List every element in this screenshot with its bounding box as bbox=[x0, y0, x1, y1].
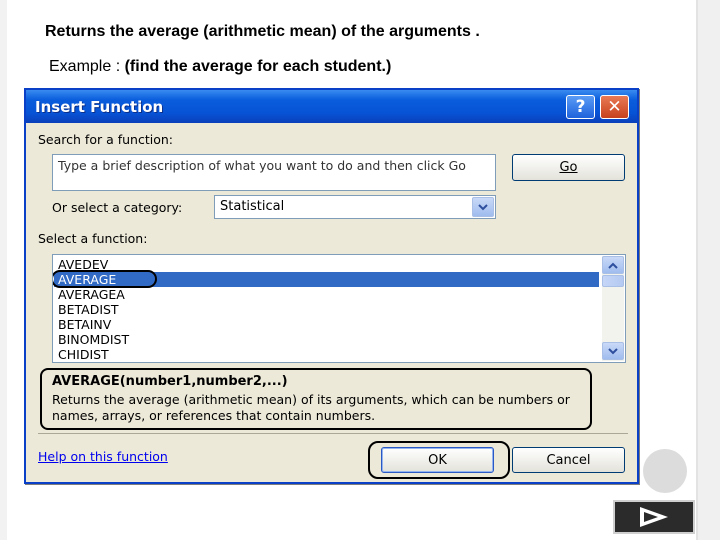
insert-function-dialog: Insert Function ? ✕ Search for a functio… bbox=[24, 88, 639, 484]
function-signature: AVERAGE(number1,number2,...) bbox=[52, 374, 288, 389]
search-label: Search for a function: bbox=[38, 132, 173, 147]
chevron-down-icon[interactable] bbox=[472, 197, 494, 217]
function-item-averagea[interactable]: AVERAGEA bbox=[54, 287, 599, 302]
slide-decoration-circle bbox=[643, 449, 687, 493]
slide-left-border bbox=[0, 0, 7, 540]
go-button[interactable]: Go bbox=[512, 154, 625, 181]
function-label: Select a function: bbox=[38, 231, 148, 246]
scroll-up-icon[interactable] bbox=[602, 256, 624, 274]
slide-right-rail bbox=[696, 0, 720, 540]
close-icon[interactable]: ✕ bbox=[600, 95, 629, 119]
help-link[interactable]: Help on this function bbox=[38, 449, 168, 464]
dialog-titlebar[interactable]: Insert Function ? ✕ bbox=[26, 90, 637, 123]
category-value: Statistical bbox=[220, 199, 285, 214]
next-slide-button[interactable] bbox=[613, 500, 695, 534]
function-description: Returns the average (arithmetic mean) of… bbox=[52, 392, 570, 423]
dialog-title: Insert Function bbox=[35, 97, 164, 116]
function-item-label: AVERAGE bbox=[58, 272, 117, 287]
help-icon[interactable]: ? bbox=[566, 95, 595, 119]
function-item-betadist[interactable]: BETADIST bbox=[54, 302, 599, 317]
example-text: (find the average for each student.) bbox=[124, 58, 392, 75]
cancel-button[interactable]: Cancel bbox=[512, 447, 625, 473]
play-arrow-icon bbox=[640, 507, 668, 527]
scroll-down-icon[interactable] bbox=[602, 342, 624, 360]
function-item-betainv[interactable]: BETAINV bbox=[54, 317, 599, 332]
function-item-avedev[interactable]: AVEDEV bbox=[54, 257, 599, 272]
slide-example: Example : (find the average for each stu… bbox=[49, 58, 649, 76]
category-label: Or select a category: bbox=[52, 200, 183, 215]
ok-button[interactable]: OK bbox=[381, 447, 494, 473]
category-select[interactable]: Statistical bbox=[214, 195, 496, 219]
function-item-binomdist[interactable]: BINOMDIST bbox=[54, 332, 599, 347]
function-item-average[interactable]: AVERAGE bbox=[53, 270, 599, 288]
function-item-chidist[interactable]: CHIDIST bbox=[54, 347, 599, 362]
function-list[interactable]: AVEDEV AVERAGE AVERAGEA BETADIST BETAINV… bbox=[52, 254, 626, 363]
example-prefix: Example : bbox=[49, 58, 125, 75]
function-list-scrollbar[interactable] bbox=[602, 256, 624, 361]
slide-title: Returns the average (arithmetic mean) of… bbox=[45, 23, 480, 40]
function-description-area: AVERAGE(number1,number2,...) Returns the… bbox=[40, 368, 592, 430]
search-input[interactable]: Type a brief description of what you wan… bbox=[52, 154, 496, 191]
scroll-thumb[interactable] bbox=[602, 275, 624, 287]
divider bbox=[38, 433, 628, 434]
